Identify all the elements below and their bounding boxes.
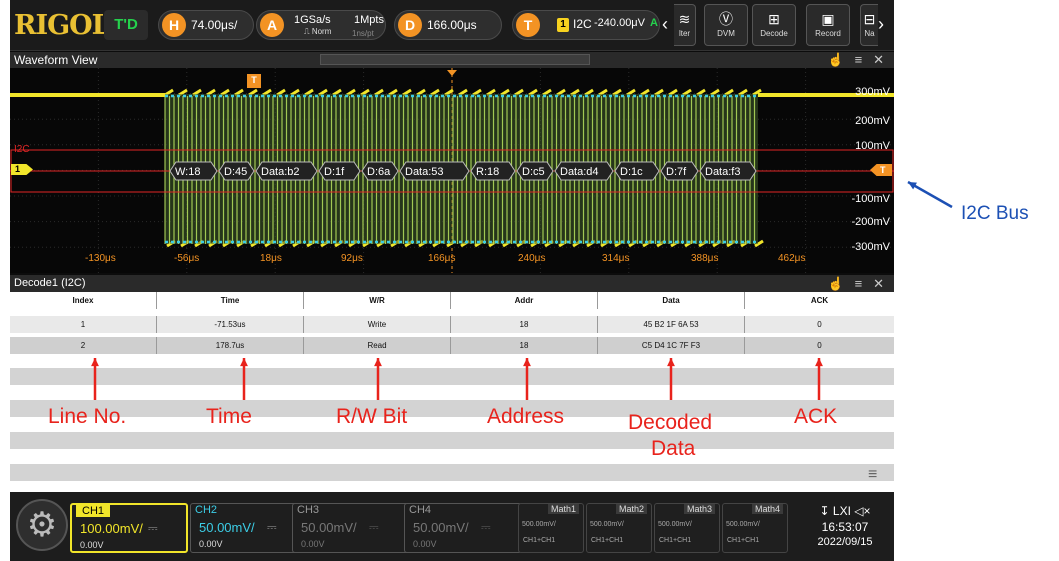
annotation-address: Address [487, 405, 565, 428]
arrow-ack-head [815, 358, 823, 367]
annotation-decoded: Decoded [628, 411, 713, 434]
annotation-rw-bit: R/W Bit [336, 405, 408, 428]
annotation-i2c-bus: I2C Bus [961, 203, 1029, 224]
annotation-time: Time [206, 405, 252, 428]
arrow-address-head [523, 358, 531, 367]
arrow-rw-bit-head [374, 358, 382, 367]
annotation-line-no: Line No. [48, 405, 127, 428]
annotation-ack: ACK [794, 405, 838, 428]
annotation-data: Data [651, 437, 696, 460]
arrow-time-head [240, 358, 248, 367]
arrow-line-no-head [91, 358, 99, 367]
arrow-decoded-data-head [667, 358, 675, 367]
annotation-arrows [91, 180, 953, 400]
